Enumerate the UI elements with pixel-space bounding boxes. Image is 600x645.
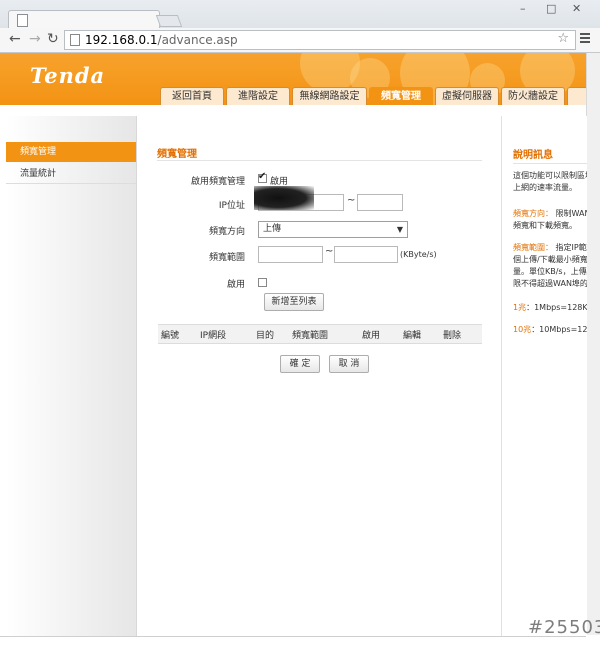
- col-enable: 啟用: [362, 331, 381, 341]
- help-line-text: 限不得超過WAN埠的上: [513, 279, 587, 288]
- help-line-text: 頻寬和下載頻寬。: [513, 221, 577, 230]
- forward-arrow-icon[interactable]: →: [29, 31, 41, 47]
- tab-firewall[interactable]: 防火牆設定: [501, 87, 565, 105]
- help-line: 上網的速率流量。: [513, 182, 587, 194]
- enable-rule-checkbox[interactable]: [258, 278, 267, 287]
- range-max-field[interactable]: [334, 246, 398, 263]
- title-divider: [157, 160, 482, 161]
- help-line-text: ：1Mbps=128KB/s: [526, 303, 587, 312]
- help-line: 10兆：10Mbps=1280KB/s: [513, 324, 587, 336]
- redacted-area: [254, 186, 314, 210]
- sidebar-item-bandwidth[interactable]: 頻寬管理: [6, 142, 136, 162]
- help-highlight: 1兆: [513, 303, 527, 312]
- help-line-text: ：10Mbps=1280KB/s: [531, 325, 587, 334]
- help-line: 1兆：1Mbps=128KB/s: [513, 302, 587, 314]
- bookmark-star-icon[interactable]: ☆: [557, 31, 569, 46]
- url-text: 192.168.0.1/advance.asp: [85, 33, 238, 47]
- address-bar[interactable]: 192.168.0.1/advance.asp ☆: [64, 30, 576, 50]
- close-icon[interactable]: ✕: [572, 2, 581, 15]
- help-line: 限不得超過WAN埠的上: [513, 278, 587, 290]
- direction-value: 上傳: [263, 224, 282, 234]
- range-label: 頻寬範圍: [208, 253, 245, 263]
- browser-tab[interactable]: [8, 10, 160, 29]
- direction-label: 頻寬方向: [208, 227, 245, 237]
- watermark: #25503: [528, 617, 600, 638]
- add-to-list-button[interactable]: 新增至列表: [264, 293, 324, 311]
- ip-end-field[interactable]: [357, 194, 403, 211]
- page-title: 頻寬管理: [157, 149, 197, 160]
- help-line: 頻寬和下載頻寬。: [513, 220, 587, 232]
- new-tab-button[interactable]: [155, 15, 183, 27]
- rules-table-header: 編號 IP網段 目的 頻寬範圍 啟用 編輯 刪除: [158, 324, 482, 344]
- tab-wireless[interactable]: 無線網路設定: [292, 87, 367, 105]
- sidebar: 頻寬管理 流量統計: [6, 116, 137, 636]
- enable-label: 啟用頻寬管理: [190, 177, 245, 187]
- help-panel: 說明訊息 這個功能可以限制區域網上網的速率流量。頻寬方向： 限制WAN埠頻寬和下…: [501, 116, 587, 636]
- col-edit: 編輯: [403, 331, 422, 341]
- browser-tabstrip: – □ ✕: [0, 0, 600, 29]
- col-delete: 刪除: [443, 331, 462, 341]
- help-title: 說明訊息: [513, 150, 553, 161]
- tab-bandwidth[interactable]: 頻寬管理: [369, 87, 433, 105]
- range-unit: (KByte/s): [400, 250, 437, 259]
- help-line-text: 個上傳/下載最小頻寬: [513, 255, 587, 264]
- enable-checkbox[interactable]: [258, 171, 267, 183]
- help-line-text: 限制WAN埠: [555, 209, 587, 218]
- help-line-text: 量。單位KB/s，上傳/下: [513, 267, 587, 276]
- help-line: 量。單位KB/s，上傳/下: [513, 266, 587, 278]
- col-destination: 目的: [256, 331, 275, 341]
- range-min-field[interactable]: [258, 246, 323, 263]
- tab-home[interactable]: 返回首頁: [160, 87, 224, 105]
- tab-virtual-server[interactable]: 虛擬伺服器: [435, 87, 499, 105]
- page-icon: [17, 14, 28, 27]
- tenda-logo: Tenda: [30, 63, 106, 88]
- ip-label: IP位址: [218, 201, 245, 211]
- col-ip-segment: IP網段: [200, 331, 227, 341]
- col-bandwidth-range: 頻寬範圍: [292, 331, 329, 341]
- col-number: 編號: [161, 331, 180, 341]
- menu-icon[interactable]: [580, 33, 590, 45]
- minimize-icon[interactable]: –: [520, 2, 526, 15]
- range-separator: ~: [325, 246, 334, 257]
- help-line-text: 上網的速率流量。: [513, 183, 577, 192]
- cancel-button[interactable]: 取 消: [329, 355, 369, 373]
- help-line: 個上傳/下載最小頻寬: [513, 254, 587, 266]
- tab-more[interactable]: [567, 87, 586, 105]
- reload-icon[interactable]: ↻: [47, 31, 59, 47]
- back-arrow-icon[interactable]: ←: [9, 31, 21, 47]
- help-highlight: 頻寬方向：: [513, 209, 553, 218]
- help-line: 頻寬範圍： 指定IP範圍: [513, 242, 587, 254]
- help-divider: [513, 163, 587, 164]
- browser-toolbar: ← → ↻ 192.168.0.1/advance.asp ☆: [0, 28, 600, 53]
- help-highlight: 頻寬範圍：: [513, 243, 553, 252]
- ok-button[interactable]: 確 定: [280, 355, 320, 373]
- sidebar-item-traffic-stats[interactable]: 流量統計: [6, 164, 136, 184]
- help-highlight: 10兆: [513, 325, 532, 334]
- router-header: Tenda 返回首頁 進階設定 無線網路設定 頻寬管理 虛擬伺服器 防火牆設定: [0, 53, 586, 105]
- main-panel: 頻寬管理 啟用頻寬管理 啟用 IP位址 ~ 頻寬方向 上傳 ▼ 頻寬範圍 ~ (…: [140, 116, 498, 636]
- help-line: 這個功能可以限制區域網: [513, 170, 587, 182]
- chevron-down-icon: ▼: [396, 225, 403, 234]
- maximize-icon[interactable]: □: [546, 2, 556, 15]
- help-line-text: 這個功能可以限制區域網: [513, 171, 587, 180]
- page-icon: [70, 34, 80, 46]
- page-bottom-border: [0, 636, 586, 637]
- enable-rule-label: 啟用: [226, 280, 245, 290]
- tab-advanced[interactable]: 進階設定: [226, 87, 290, 105]
- help-line: 頻寬方向： 限制WAN埠: [513, 208, 587, 220]
- ip-range-separator: ~: [347, 195, 356, 206]
- help-line-text: 指定IP範圍: [555, 243, 587, 252]
- direction-select[interactable]: 上傳 ▼: [258, 221, 408, 238]
- vertical-scrollbar[interactable]: [586, 53, 600, 635]
